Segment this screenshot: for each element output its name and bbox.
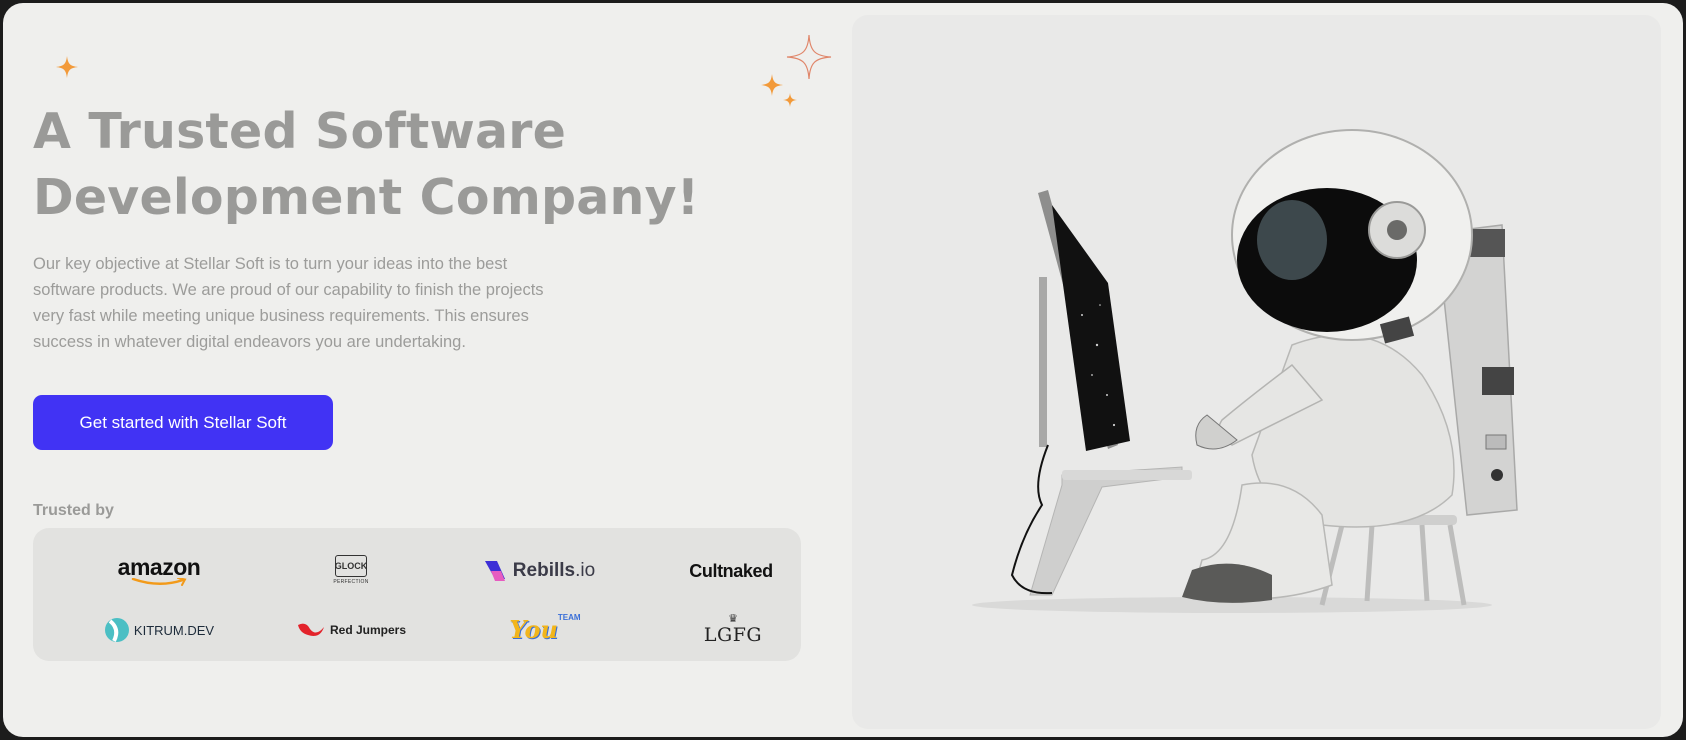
glock-logo-text: GLOCK (335, 555, 367, 577)
hero-illustration-panel (852, 15, 1661, 729)
rebills-logo: Rebills.io (459, 551, 619, 591)
rebills-mark-icon (484, 561, 505, 581)
kitrum-logo: KITRUM.DEV (79, 610, 239, 650)
rebills-logo-text: Rebills (512, 560, 576, 581)
trusted-by-label: Trusted by (33, 502, 114, 519)
page-frame: A Trusted Software Development Company! … (3, 3, 1683, 737)
cultnaked-logo: Cultnaked (651, 551, 811, 591)
amazon-logo: amazon (79, 551, 239, 591)
sparkle-outline-icon (786, 34, 832, 80)
crown-icon: ♛ (728, 613, 738, 625)
cultnaked-logo-text: Cultnaked (689, 560, 773, 581)
red-jumpers-logo-text: Red Jumpers (329, 623, 407, 637)
glock-logo: GLOCK PERFECTION (271, 550, 431, 590)
hero-description: Our key objective at Stellar Soft is to … (33, 255, 544, 351)
you-team-logo: You TEAM (465, 609, 625, 649)
kitrum-mark-icon (104, 618, 129, 642)
amazon-logo-text: amazon (117, 554, 201, 580)
amazon-smile-icon (131, 578, 187, 586)
red-jumpers-logo: Red Jumpers (271, 610, 431, 650)
you-team-logo-sup: TEAM (557, 613, 581, 622)
glock-logo-subtext: PERFECTION (333, 579, 369, 585)
astronaut-illustration (972, 129, 1518, 613)
sparkle-icon (783, 93, 797, 107)
lgfg-logo-text: LGFG (703, 624, 763, 646)
hero-title: A Trusted Software Development Company! (33, 103, 700, 226)
lgfg-logo: ♛ LGFG (653, 610, 813, 650)
get-started-button[interactable]: Get started with Stellar Soft (33, 395, 333, 450)
kitrum-logo-text: KITRUM.DEV (133, 622, 215, 638)
rebills-logo-suffix: .io (575, 560, 596, 581)
you-team-logo-text: You (509, 614, 558, 644)
sparkle-icon (56, 56, 78, 78)
sparkle-icon (761, 74, 783, 96)
client-logos: amazon GLOCK PERFECTION Rebills.io Cultn… (33, 528, 801, 661)
red-jumpers-mark-icon (297, 623, 324, 636)
